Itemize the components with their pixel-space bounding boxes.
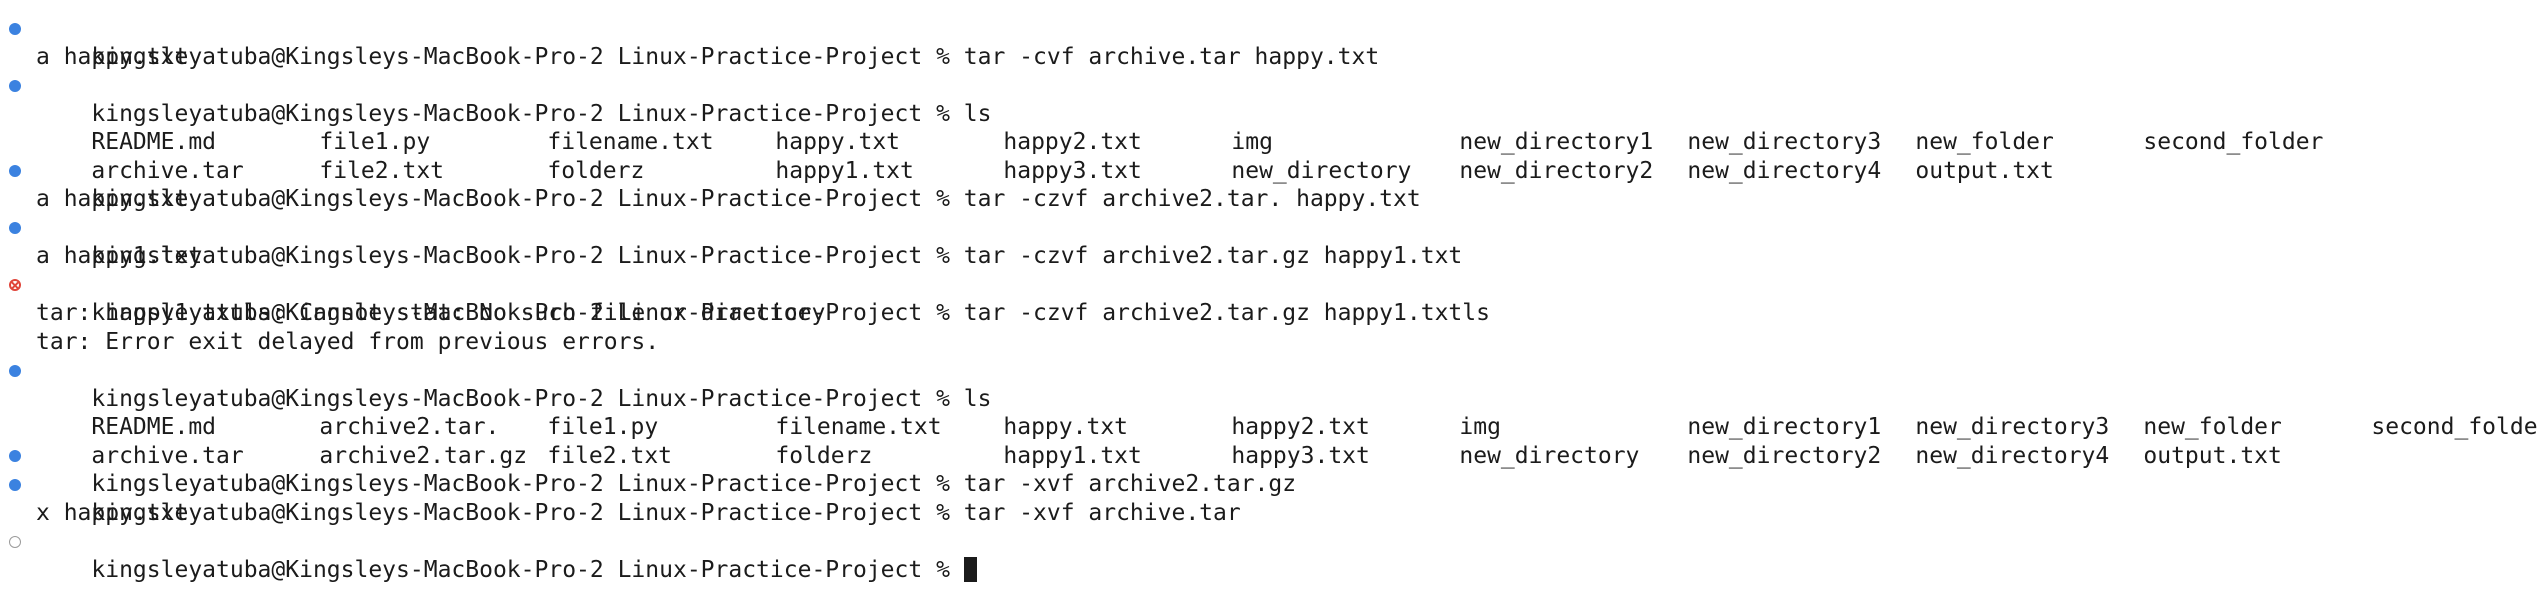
- command-line: kingsleyatuba@Kingsleys-MacBook-Pro-2 Li…: [0, 214, 2538, 269]
- command-line: kingsleyatuba@Kingsleys-MacBook-Pro-2 Li…: [0, 71, 2538, 127]
- success-status-icon[interactable]: [9, 79, 21, 92]
- active-prompt-line[interactable]: kingsleyatuba@Kingsleys-MacBook-Pro-2 Li…: [0, 527, 2538, 583]
- error-output-line: tar: Error exit delayed from previous er…: [36, 328, 660, 355]
- terminal-output[interactable]: kingsleyatuba@Kingsleys-MacBook-Pro-2 Li…: [0, 0, 2538, 583]
- error-status-icon[interactable]: [9, 279, 21, 291]
- command-line: kingsleyatuba@Kingsleys-MacBook-Pro-2 Li…: [0, 271, 2538, 326]
- command-line: kingsleyatuba@Kingsleys-MacBook-Pro-2 Li…: [0, 157, 2538, 212]
- success-status-icon[interactable]: [9, 165, 21, 177]
- ls-row: archive.tar file2.txt folderz happy1.txt hap…: [0, 128, 2538, 184]
- success-status-icon[interactable]: [9, 478, 21, 491]
- error-output-line: tar: happy1.txtls: Cannot stat: No such …: [36, 300, 826, 326]
- output-line: a happy.txt: [36, 186, 189, 212]
- output-line: x happy.txt: [36, 499, 189, 526]
- command-line: kingsleyatuba@Kingsleys-MacBook-Pro-2 Li…: [0, 14, 2538, 70]
- ls-row: README.md archive2.tar. file1.py filename.t…: [0, 385, 2538, 440]
- output-line: a happy.txt: [36, 43, 189, 70]
- success-status-icon[interactable]: [9, 364, 21, 377]
- success-status-icon[interactable]: [9, 22, 21, 35]
- success-status-icon[interactable]: [9, 222, 21, 234]
- output-line: a happy1.txt: [36, 243, 203, 269]
- prompt: kingsleyatuba@Kingsleys-MacBook-Pro-2 Li…: [91, 556, 964, 583]
- success-status-icon[interactable]: [9, 450, 21, 462]
- command-line: kingsleyatuba@Kingsleys-MacBook-Pro-2 Li…: [0, 470, 2538, 526]
- pending-status-icon: [9, 535, 21, 548]
- ls-row: README.md file1.py filename.txt happy.txt ha…: [0, 100, 2538, 155]
- command-line: kingsleyatuba@Kingsleys-MacBook-Pro-2 Li…: [0, 442, 2538, 497]
- command-line: kingsleyatuba@Kingsleys-MacBook-Pro-2 Li…: [0, 356, 2538, 412]
- text-cursor[interactable]: [963, 556, 977, 582]
- ls-row: archive.tar archive2.tar.gz file2.txt folde…: [0, 413, 2538, 469]
